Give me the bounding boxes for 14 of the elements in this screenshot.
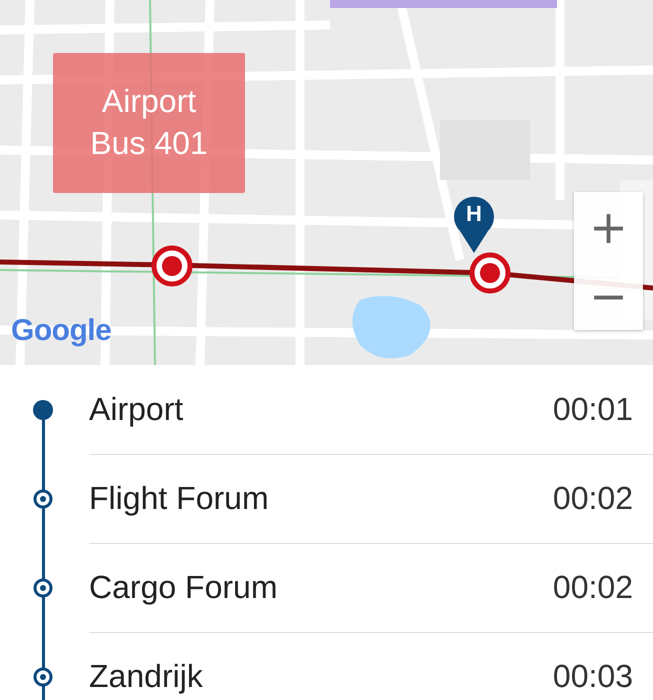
map-attribution: Google [11, 314, 112, 348]
stop-name: Zandrijk [89, 658, 203, 694]
zoom-in-button[interactable]: + [574, 192, 643, 261]
zoom-out-button[interactable]: − [574, 261, 643, 330]
route-label: Airport Bus 401 [53, 53, 245, 193]
stop-marker-icon[interactable] [469, 252, 511, 294]
stop-name: Cargo Forum [89, 568, 278, 606]
stop-name: Flight Forum [89, 480, 269, 516]
stop-name: Airport [89, 390, 184, 428]
stop-marker-icon[interactable] [151, 245, 193, 287]
stop-time: 00:01 [552, 390, 633, 428]
stop-time: 00:02 [552, 480, 633, 516]
stop-time: 00:03 [552, 658, 633, 694]
stop-time: 00:02 [552, 568, 633, 606]
